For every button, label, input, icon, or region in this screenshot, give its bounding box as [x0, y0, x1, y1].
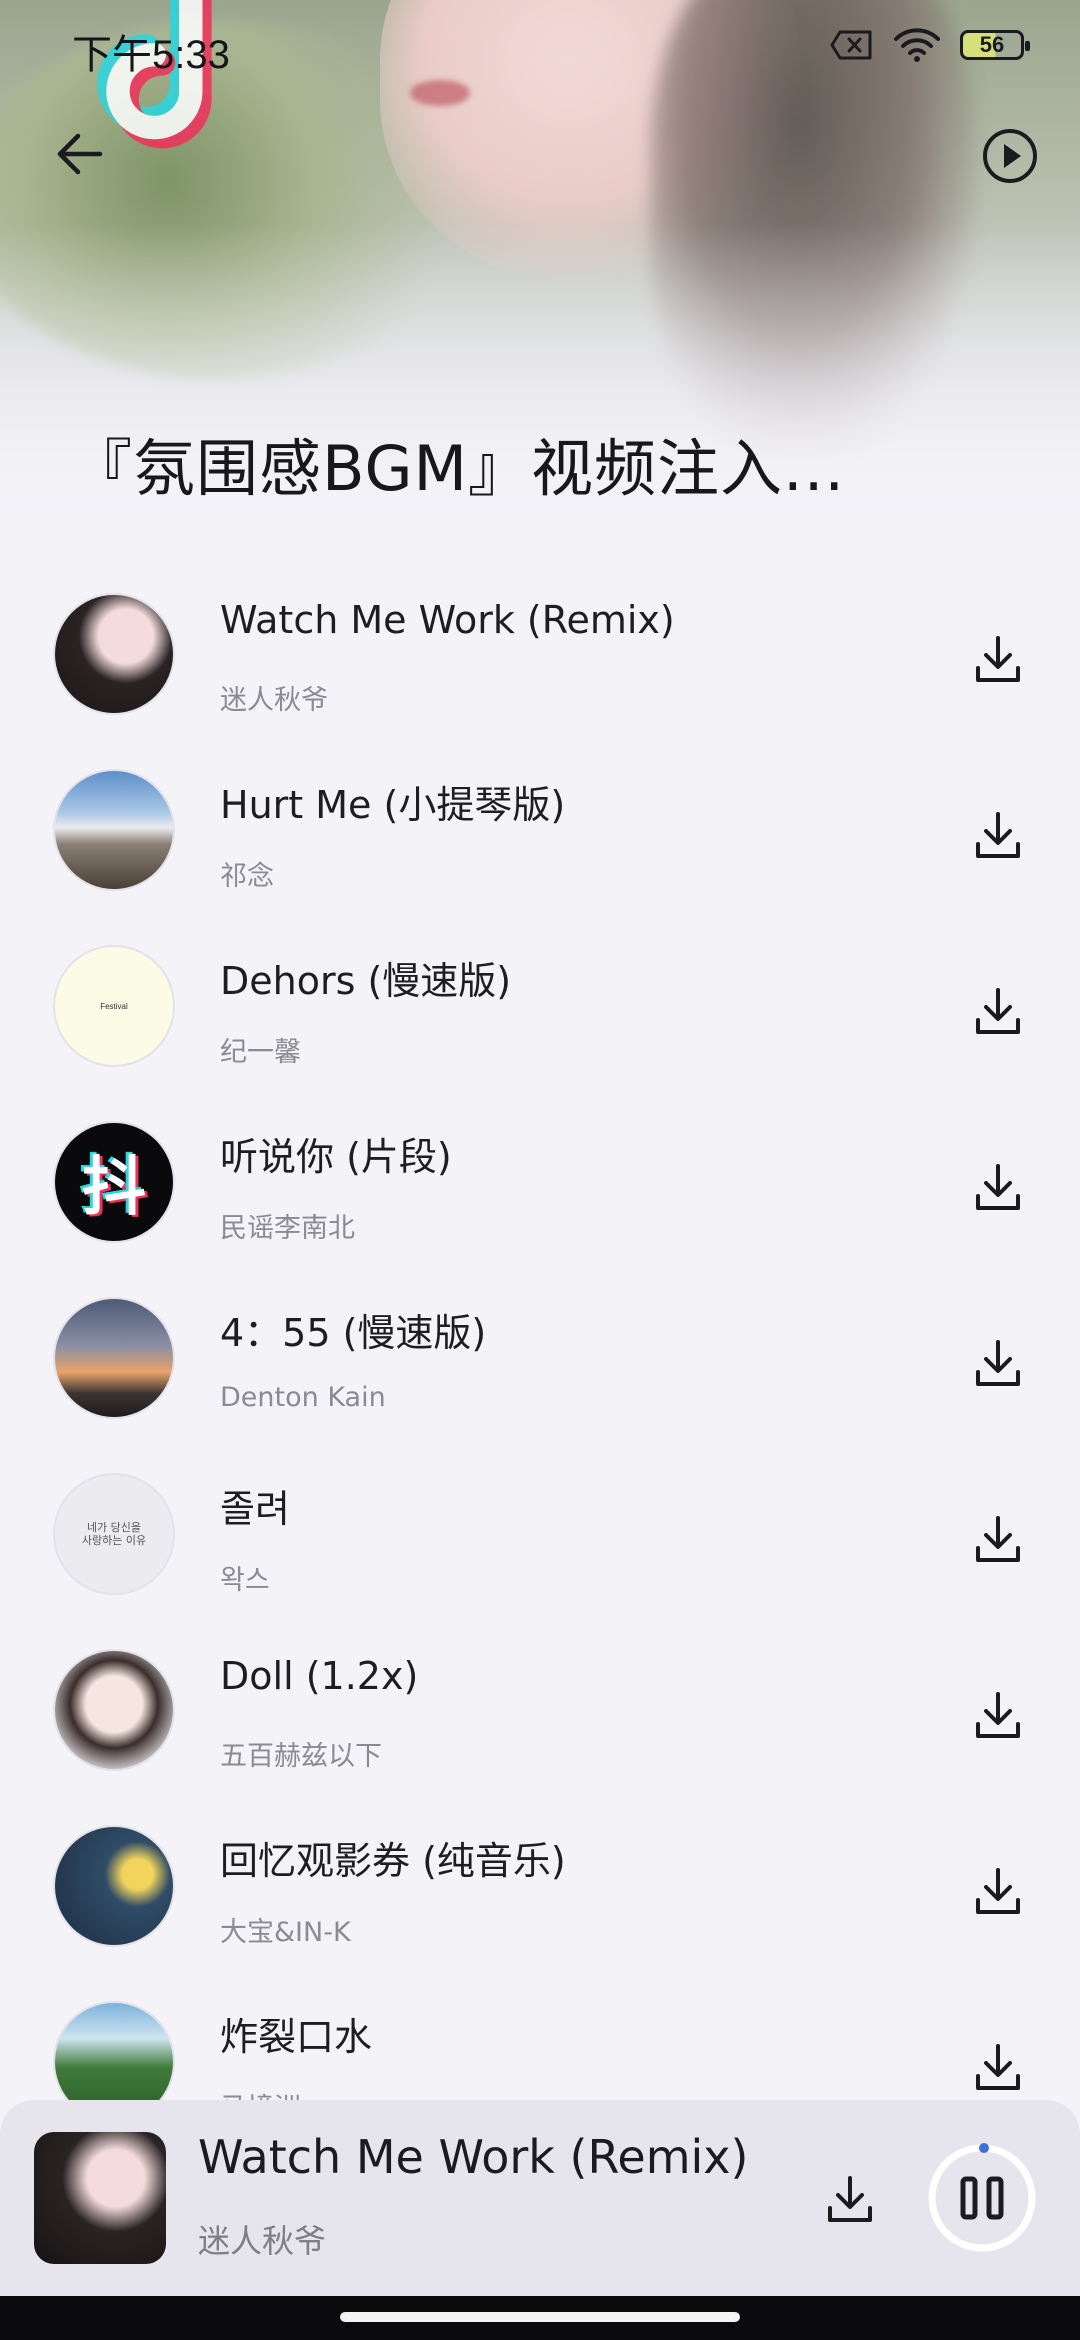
song-row[interactable]: 4：55 (慢速版) Denton Kain — [0, 1284, 1080, 1460]
song-artist: Denton Kain — [220, 1382, 386, 1413]
now-playing-artist: 迷人秋爷 — [198, 2222, 327, 2260]
now-playing-title: Watch Me Work (Remix) — [198, 2130, 749, 2184]
song-artist: 纪一馨 — [220, 1037, 301, 1068]
back-arrow-icon[interactable] — [48, 122, 112, 186]
download-icon[interactable] — [966, 2036, 1030, 2100]
song-artist: 马境洲 — [220, 2086, 301, 2100]
song-cover-image: 抖 — [55, 1123, 173, 1241]
song-row[interactable]: 抖 听说你 (片段) 民谣李南北 — [0, 1108, 1080, 1284]
song-title: Watch Me Work (Remix) — [220, 598, 675, 642]
pause-icon[interactable] — [926, 2142, 1038, 2254]
download-icon[interactable] — [966, 628, 1030, 692]
song-cover-image: Festival — [55, 947, 173, 1065]
battery-icon: 56 — [960, 30, 1030, 60]
song-title: 4：55 (慢速版) — [220, 1311, 487, 1355]
cover-text: 抖 — [82, 1151, 146, 1225]
song-title: Dehors (慢速版) — [220, 959, 512, 1003]
download-icon[interactable] — [966, 1684, 1030, 1748]
download-icon[interactable] — [966, 804, 1030, 868]
song-artist: 祁念 — [220, 861, 274, 892]
status-icons: 56 — [830, 28, 1030, 62]
sim-off-icon — [830, 30, 872, 60]
song-cover-image — [55, 1827, 173, 1945]
now-playing-cover[interactable] — [34, 2132, 166, 2264]
wifi-icon — [894, 28, 940, 62]
download-icon[interactable] — [818, 2168, 882, 2232]
song-cover-image — [55, 595, 173, 713]
status-time: 下午5:33 — [72, 33, 230, 77]
song-cover-image — [55, 2003, 173, 2100]
song-title: 炸裂口水 — [220, 2015, 373, 2059]
song-title: 回忆观影券 (纯音乐) — [220, 1839, 566, 1883]
play-circle-icon[interactable] — [980, 126, 1040, 186]
song-artist: 大宝&IN-K — [220, 1917, 351, 1948]
now-playing-bar[interactable]: Watch Me Work (Remix) 迷人秋爷 — [0, 2100, 1080, 2296]
song-artist: 왁스 — [220, 1565, 270, 1596]
song-title: Doll (1.2x) — [220, 1654, 419, 1698]
download-icon[interactable] — [966, 1860, 1030, 1924]
download-icon[interactable] — [966, 980, 1030, 1044]
song-artist: 迷人秋爷 — [220, 685, 328, 716]
song-row[interactable]: Watch Me Work (Remix) 迷人秋爷 — [0, 580, 1080, 756]
download-icon[interactable] — [966, 1332, 1030, 1396]
song-title: 听说你 (片段) — [220, 1135, 452, 1179]
cover-text: Festival — [100, 1001, 128, 1011]
status-bar: 下午5:33 56 — [0, 0, 1080, 100]
song-cover-image — [55, 771, 173, 889]
home-indicator[interactable] — [340, 2312, 740, 2322]
system-navigation-bar — [0, 2296, 1080, 2340]
song-row[interactable]: 炸裂口水 马境洲 — [0, 1988, 1080, 2100]
song-cover-image: 네가 당신을 사랑하는 이유 — [55, 1475, 173, 1593]
song-title: Hurt Me (小提琴版) — [220, 783, 566, 827]
song-artist: 民谣李南北 — [220, 1213, 355, 1244]
song-row[interactable]: Hurt Me (小提琴版) 祁念 — [0, 756, 1080, 932]
song-artist: 五百赫兹以下 — [220, 1741, 382, 1772]
song-row[interactable]: Festival Dehors (慢速版) 纪一馨 — [0, 932, 1080, 1108]
song-title: 졸려 — [220, 1487, 290, 1531]
download-icon[interactable] — [966, 1156, 1030, 1220]
song-cover-image — [55, 1651, 173, 1769]
song-list[interactable]: Watch Me Work (Remix) 迷人秋爷 Hurt Me (小提琴版… — [0, 580, 1080, 2100]
song-row[interactable]: Doll (1.2x) 五百赫兹以下 — [0, 1636, 1080, 1812]
playlist-title: 『氛围感BGM』视频注入... — [70, 432, 846, 505]
song-row[interactable]: 回忆观影券 (纯音乐) 大宝&IN-K — [0, 1812, 1080, 1988]
song-cover-image — [55, 1299, 173, 1417]
song-row[interactable]: 네가 당신을 사랑하는 이유 졸려 왁스 — [0, 1460, 1080, 1636]
download-icon[interactable] — [966, 1508, 1030, 1572]
cover-text: 네가 당신을 사랑하는 이유 — [81, 1521, 147, 1547]
